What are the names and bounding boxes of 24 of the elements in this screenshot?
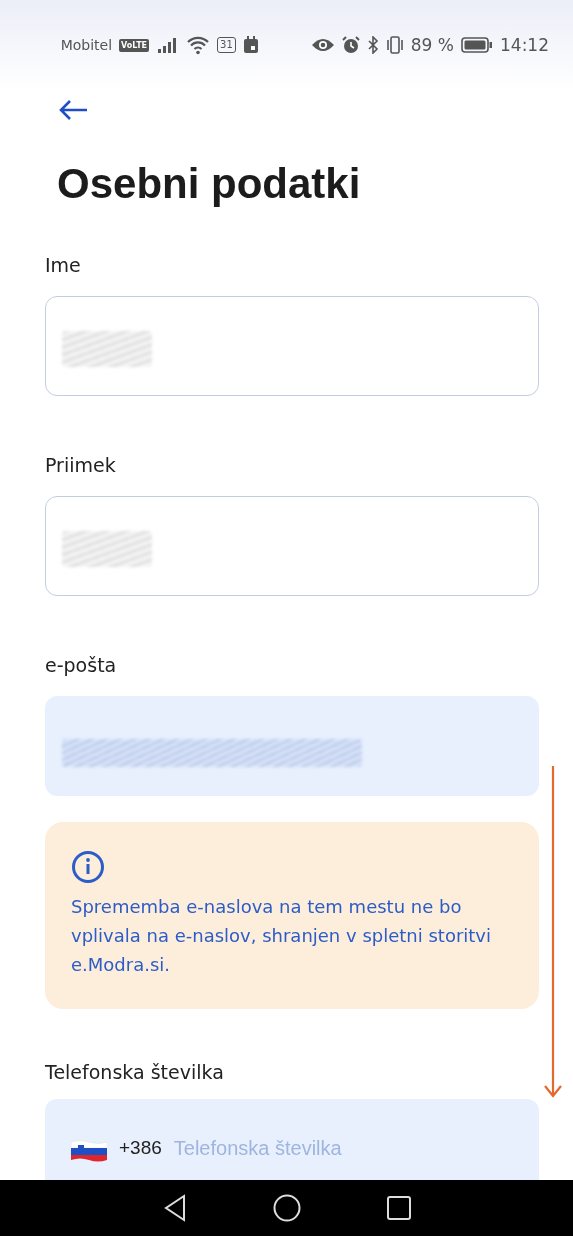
field-label: e-pošta <box>45 653 117 678</box>
calendar-badge: 31 <box>217 37 236 53</box>
bluetooth-icon <box>366 36 379 54</box>
field-label: Telefonska številka <box>45 1060 224 1085</box>
carrier-name: Mobitel <box>60 37 113 53</box>
notice-text: Sprememba e-naslova na tem mestu ne bo vplivala na e-naslov, shranjen v spletni storitvi e.Modra.si. <box>71 895 492 977</box>
alarm-icon <box>341 36 360 54</box>
clock-time: 14:12 <box>500 35 549 55</box>
calendar-icon <box>242 36 259 54</box>
eye-icon <box>310 37 335 53</box>
battery-icon <box>461 37 493 53</box>
field-label: Priimek <box>45 453 116 478</box>
field-label: Ime <box>45 253 81 278</box>
battery-percent: 89 % <box>410 35 454 55</box>
vibrate-icon <box>385 36 404 54</box>
input-field[interactable] <box>45 296 539 396</box>
back-button[interactable] <box>57 98 89 122</box>
wifi-icon <box>186 35 211 55</box>
page-title: Osebni podatki <box>57 159 362 209</box>
info-icon <box>71 850 105 884</box>
flag-icon <box>71 1139 107 1163</box>
input-field[interactable] <box>45 496 539 596</box>
network-badge: VoLTE <box>119 38 150 52</box>
country-code: +386 <box>119 1137 162 1159</box>
